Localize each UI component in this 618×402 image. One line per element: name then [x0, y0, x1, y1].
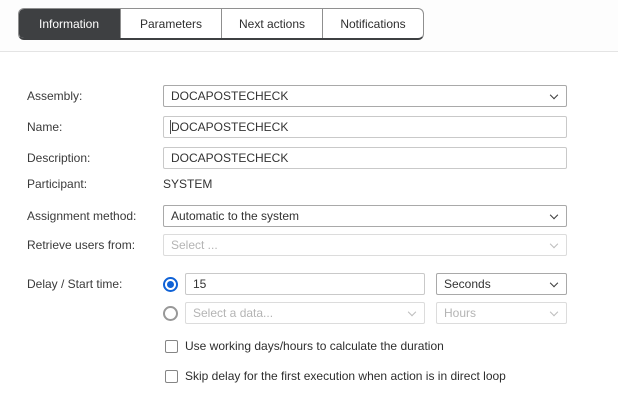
delay-data-unit-value: Hours — [444, 306, 476, 320]
form-row-assignment-method: Assignment method: Automatic to the syst… — [27, 205, 618, 227]
assembly-select-value: DOCAPOSTECHECK — [171, 89, 288, 103]
description-label: Description: — [27, 151, 163, 165]
chevron-down-icon — [550, 240, 558, 248]
skip-delay-checkbox[interactable] — [165, 370, 178, 383]
working-days-checkbox[interactable] — [165, 340, 178, 353]
text-caret — [170, 120, 171, 134]
name-label: Name: — [27, 120, 163, 134]
chevron-down-icon — [550, 308, 558, 316]
form-row-assembly: Assembly: DOCAPOSTECHECK — [27, 85, 618, 107]
tab-notifications[interactable]: Notifications — [322, 9, 423, 38]
assembly-select[interactable]: DOCAPOSTECHECK — [163, 85, 567, 107]
retrieve-users-select: Select ... — [163, 234, 567, 256]
retrieve-users-placeholder: Select ... — [171, 238, 218, 252]
tab-bar: Information Parameters Next actions Noti… — [0, 0, 618, 52]
form-row-description: Description: — [27, 147, 618, 169]
form-row-delay-fixed: Delay / Start time: Seconds — [27, 273, 618, 295]
tab-information[interactable]: Information — [18, 8, 120, 40]
form-row-retrieve-users: Retrieve users from: Select ... — [27, 234, 618, 256]
delay-data-unit-select: Hours — [436, 302, 567, 324]
delay-fixed-radio[interactable] — [163, 277, 178, 292]
assignment-method-select[interactable]: Automatic to the system — [163, 205, 567, 227]
delay-unit-value: Seconds — [444, 277, 491, 291]
chevron-down-icon — [550, 279, 558, 287]
chevron-down-icon — [550, 91, 558, 99]
skip-delay-checkbox-label: Skip delay for the first execution when … — [185, 369, 506, 383]
delay-start-time-label: Delay / Start time: — [27, 277, 163, 291]
tab-strip: Information Parameters Next actions Noti… — [18, 8, 424, 40]
assignment-method-select-value: Automatic to the system — [171, 209, 299, 223]
name-input[interactable] — [163, 116, 567, 138]
working-days-checkbox-label: Use working days/hours to calculate the … — [185, 339, 444, 353]
form-row-participant: Participant: SYSTEM — [27, 177, 618, 191]
action-information-form: Assembly: DOCAPOSTECHECK Name: Descripti… — [0, 52, 618, 383]
retrieve-users-label: Retrieve users from: — [27, 238, 163, 252]
delay-unit-select[interactable]: Seconds — [436, 273, 567, 295]
assignment-method-label: Assignment method: — [27, 209, 163, 223]
participant-value: SYSTEM — [163, 177, 212, 191]
assembly-label: Assembly: — [27, 89, 163, 103]
tab-next-actions[interactable]: Next actions — [221, 9, 322, 38]
chevron-down-icon — [408, 308, 416, 316]
delay-data-radio[interactable] — [163, 306, 178, 321]
description-input[interactable] — [163, 147, 567, 169]
delay-data-placeholder: Select a data... — [193, 306, 273, 320]
form-row-name: Name: — [27, 116, 618, 138]
working-days-checkbox-row: Use working days/hours to calculate the … — [165, 339, 618, 353]
skip-delay-checkbox-row: Skip delay for the first execution when … — [165, 369, 618, 383]
form-row-delay-data: Select a data... Hours — [27, 302, 618, 324]
delay-value-input[interactable] — [185, 273, 425, 295]
delay-data-select: Select a data... — [185, 302, 425, 324]
participant-label: Participant: — [27, 177, 163, 191]
chevron-down-icon — [550, 211, 558, 219]
tab-parameters[interactable]: Parameters — [120, 9, 221, 38]
